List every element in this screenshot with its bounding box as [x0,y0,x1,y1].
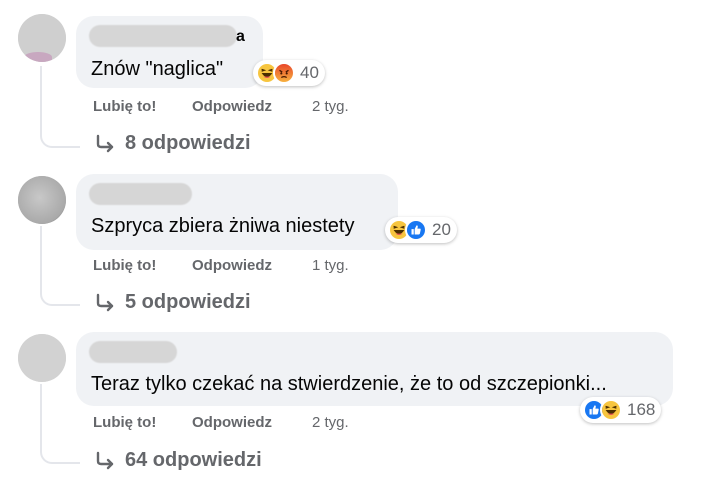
timestamp[interactable]: 2 tyg. [312,414,349,431]
reaction-count: 20 [432,220,451,239]
thread-line [40,66,80,148]
timestamp[interactable]: 1 tyg. [312,257,349,274]
angry-icon [273,62,295,84]
reactions-summary[interactable]: 40 [253,60,325,86]
comment-actions: Lubię to! Odpowiedz 1 tyg. [93,257,349,274]
like-icon [405,219,427,241]
author-name[interactable]: a [236,28,245,46]
view-replies-button[interactable]: 5 odpowiedzi [94,291,251,314]
replies-count-label: 5 odpowiedzi [125,291,251,313]
author-name-redacted[interactable] [89,341,177,363]
reactions-summary[interactable]: 20 [385,217,457,243]
reply-arrow-icon [96,451,114,469]
haha-icon [600,399,622,421]
avatar[interactable] [18,334,66,382]
comment-text: Szpryca zbiera żniwa niestety [91,215,355,237]
comment-bubble: Szpryca zbiera żniwa niestety [76,174,398,250]
comment-text: Znów "naglica" [91,58,224,80]
replies-count-label: 8 odpowiedzi [125,132,251,154]
reply-arrow-icon [96,293,114,311]
reaction-count: 168 [627,400,656,419]
avatar[interactable] [18,176,66,224]
replies-count-label: 64 odpowiedzi [125,449,262,471]
reply-arrow-icon [96,134,114,152]
author-name-redacted[interactable] [89,183,192,205]
like-button[interactable]: Lubię to! [93,414,192,431]
thread-line [40,226,80,306]
like-button[interactable]: Lubię to! [93,98,192,115]
comment-actions: Lubię to! Odpowiedz 2 tyg. [93,98,349,115]
comment-bubble: Teraz tylko czekać na stwierdzenie, że t… [76,332,673,406]
reply-button[interactable]: Odpowiedz [192,98,312,115]
timestamp[interactable]: 2 tyg. [312,98,349,115]
view-replies-button[interactable]: 8 odpowiedzi [94,132,251,155]
view-replies-button[interactable]: 64 odpowiedzi [94,449,262,472]
reactions-summary[interactable]: 168 [580,397,662,423]
reaction-count: 40 [300,63,319,82]
like-button[interactable]: Lubię to! [93,257,192,274]
comment-actions: Lubię to! Odpowiedz 2 tyg. [93,414,349,431]
avatar[interactable] [18,14,66,62]
comment-bubble: a Znów "naglica" [76,16,263,88]
thread-line [40,384,80,464]
comment-text: Teraz tylko czekać na stwierdzenie, że t… [91,373,607,395]
reply-button[interactable]: Odpowiedz [192,257,312,274]
author-name-redacted[interactable] [89,25,237,47]
reply-button[interactable]: Odpowiedz [192,414,312,431]
